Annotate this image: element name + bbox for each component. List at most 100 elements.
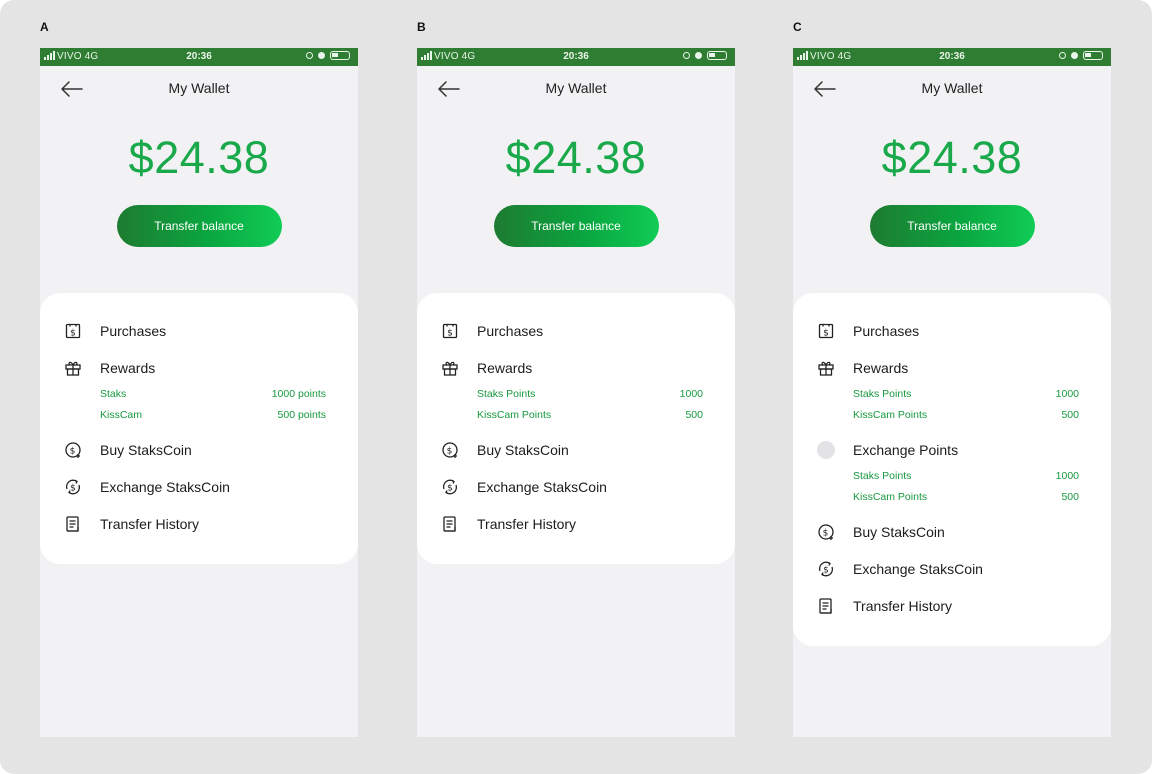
coin-exchange-icon: $ <box>818 561 834 577</box>
reward-row-kisscam: KissCam Points 500 <box>477 405 703 426</box>
location-icon <box>306 52 313 59</box>
menu-item-transfer-history[interactable]: Transfer History <box>417 513 735 535</box>
svg-text:$: $ <box>823 328 829 338</box>
alarm-icon <box>695 52 702 59</box>
menu-label-buy: Buy StaksCoin <box>477 442 569 458</box>
svg-text:$: $ <box>447 447 453 457</box>
menu-item-buy-stakscoin[interactable]: $ Buy StaksCoin <box>793 521 1111 543</box>
reward-row-kisscam: KissCam Points 500 <box>853 405 1079 426</box>
reward-name: Staks <box>100 388 127 400</box>
placeholder-circle-icon <box>817 441 835 459</box>
reward-value: 500 <box>1061 409 1079 421</box>
coin-plus-icon: $ <box>65 442 81 458</box>
svg-text:$: $ <box>70 484 76 494</box>
document-list-icon <box>66 516 79 532</box>
battery-icon <box>1083 51 1103 60</box>
menu-item-purchases[interactable]: $ Purchases <box>40 320 358 342</box>
location-icon <box>1059 52 1066 59</box>
wallet-balance: $24.38 <box>505 132 647 183</box>
phone-screen-a: VIVO 4G 20:36 My Wallet $24.38 Transfer … <box>40 48 358 737</box>
coin-exchange-icon: $ <box>65 479 81 495</box>
menu-item-buy-stakscoin[interactable]: $ Buy StaksCoin <box>40 439 358 461</box>
menu-item-rewards[interactable]: Rewards <box>793 357 1111 379</box>
reward-value: 1000 <box>679 388 703 400</box>
menu-label-rewards: Rewards <box>477 360 533 376</box>
wallet-menu-card: $ Purchases Rewards Staks Points 1000 Kis… <box>793 293 1111 646</box>
menu-label-purchases: Purchases <box>853 323 920 339</box>
variant-label-c: C <box>793 20 802 34</box>
gift-icon <box>442 361 458 376</box>
svg-text:$: $ <box>447 484 453 494</box>
menu-label-buy: Buy StaksCoin <box>853 524 945 540</box>
reward-name: KissCam <box>100 409 143 421</box>
reward-value: 1000 points <box>271 388 326 400</box>
gift-icon <box>65 361 81 376</box>
points-value: 1000 <box>1055 470 1079 482</box>
status-bar: VIVO 4G 20:36 <box>40 48 358 66</box>
alarm-icon <box>318 52 325 59</box>
menu-item-purchases[interactable]: $ Purchases <box>417 320 735 342</box>
page-title: My Wallet <box>168 80 230 96</box>
battery-icon <box>330 51 350 60</box>
reward-value: 500 <box>685 409 703 421</box>
menu-label-exchange: Exchange StaksCoin <box>100 479 230 495</box>
reward-name: KissCam Points <box>853 409 928 421</box>
document-list-icon <box>443 516 456 532</box>
comparison-canvas: A VIVO 4G 20:36 My Wallet $24.38 Transfe… <box>0 0 1152 774</box>
menu-item-rewards[interactable]: Rewards <box>417 357 735 379</box>
svg-text:$: $ <box>823 566 829 576</box>
variant-label-a: A <box>40 20 49 34</box>
menu-item-transfer-history[interactable]: Transfer History <box>40 513 358 535</box>
menu-item-buy-stakscoin[interactable]: $ Buy StaksCoin <box>417 439 735 461</box>
menu-item-purchases[interactable]: $ Purchases <box>793 320 1111 342</box>
transfer-balance-button[interactable]: Transfer balance <box>493 205 659 247</box>
receipt-dollar-icon: $ <box>818 323 834 338</box>
receipt-dollar-icon: $ <box>65 323 81 338</box>
menu-label-buy: Buy StaksCoin <box>100 442 192 458</box>
menu-label-rewards: Rewards <box>853 360 909 376</box>
transfer-balance-button[interactable]: Transfer balance <box>116 205 282 247</box>
reward-row-staks: Staks Points 1000 <box>477 384 703 405</box>
menu-label-purchases: Purchases <box>100 323 167 339</box>
menu-item-rewards[interactable]: Rewards <box>40 357 358 379</box>
menu-label-history: Transfer History <box>853 598 953 614</box>
coin-plus-icon: $ <box>442 442 458 458</box>
reward-name: Staks Points <box>477 388 536 400</box>
wallet-menu-card: $ Purchases Rewards Staks 1000 points Kis… <box>40 293 358 564</box>
menu-label-exchange: Exchange StaksCoin <box>477 479 607 495</box>
reward-value: 1000 <box>1055 388 1079 400</box>
menu-label-history: Transfer History <box>100 516 200 532</box>
document-list-icon <box>819 598 832 614</box>
header: My Wallet <box>40 66 358 112</box>
svg-text:$: $ <box>447 328 453 338</box>
transfer-balance-button[interactable]: Transfer balance <box>869 205 1035 247</box>
rewards-list: Staks Points 1000 KissCam Points 500 <box>417 384 735 426</box>
reward-name: KissCam Points <box>477 409 552 421</box>
menu-item-transfer-history[interactable]: Transfer History <box>793 595 1111 617</box>
exchange-row-staks: Staks Points 1000 <box>853 466 1079 487</box>
svg-text:$: $ <box>70 447 76 457</box>
points-name: KissCam Points <box>853 491 928 503</box>
rewards-list: Staks Points 1000 KissCam Points 500 <box>793 384 1111 426</box>
rewards-list: Staks 1000 points KissCam 500 points <box>40 384 358 426</box>
menu-item-exchange-points[interactable]: Exchange Points <box>793 439 1111 461</box>
alarm-icon <box>1071 52 1078 59</box>
menu-label-history: Transfer History <box>477 516 577 532</box>
svg-text:$: $ <box>823 529 829 539</box>
coin-plus-icon: $ <box>818 524 834 540</box>
battery-icon <box>707 51 727 60</box>
receipt-dollar-icon: $ <box>442 323 458 338</box>
menu-item-exchange-stakscoin[interactable]: $ Exchange StaksCoin <box>793 558 1111 580</box>
coin-exchange-icon: $ <box>442 479 458 495</box>
menu-item-exchange-stakscoin[interactable]: $ Exchange StaksCoin <box>417 476 735 498</box>
exchange-points-list: Staks Points 1000 KissCam Points 500 <box>793 466 1111 508</box>
menu-item-exchange-stakscoin[interactable]: $ Exchange StaksCoin <box>40 476 358 498</box>
svg-text:$: $ <box>70 328 76 338</box>
reward-row-kisscam: KissCam 500 points <box>100 405 326 426</box>
reward-name: Staks Points <box>853 388 912 400</box>
reward-row-staks: Staks 1000 points <box>100 384 326 405</box>
menu-label-rewards: Rewards <box>100 360 156 376</box>
menu-label-exchange: Exchange StaksCoin <box>853 561 983 577</box>
header: My Wallet <box>417 66 735 112</box>
phone-screen-c: VIVO 4G 20:36 My Wallet $24.38 Transfer … <box>793 48 1111 737</box>
